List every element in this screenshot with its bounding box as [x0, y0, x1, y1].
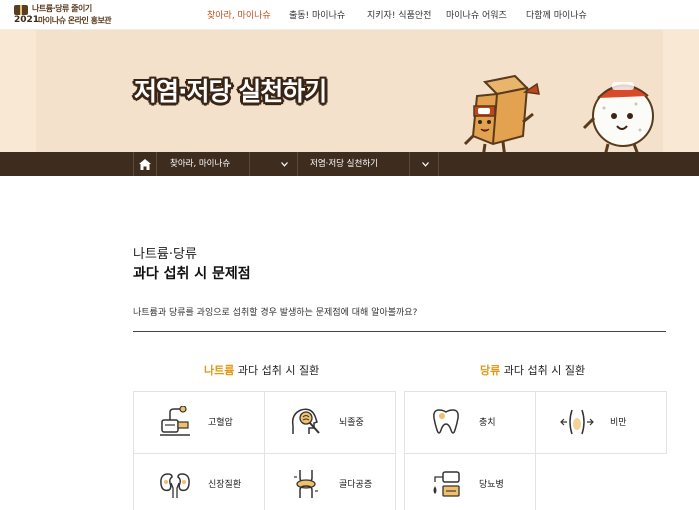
nav-item-awards[interactable]: 마이나슈 어워즈 — [446, 8, 507, 21]
banner-panel — [36, 30, 663, 152]
logo-line2: 마이나슈 온라인 홍보관 — [38, 16, 112, 25]
nav-item-find[interactable]: 찾아라, 마이나슈 — [207, 8, 271, 21]
bone-icon — [294, 470, 318, 498]
disease-label: 충치 — [479, 418, 496, 428]
sodium-heading-text: 과다 섭취 시 질환 — [234, 364, 320, 377]
disease-label: 신장질환 — [208, 480, 242, 490]
sugar-section-heading: 당류 과다 섭취 시 질환 — [480, 362, 585, 378]
disease-label: 당뇨병 — [479, 480, 504, 490]
hero-banner: 저염·저당 실천하기 — [0, 30, 699, 152]
disease-card-tooth-decay[interactable]: 충치 — [405, 392, 536, 454]
breadcrumb-level1-dropdown[interactable] — [272, 152, 298, 176]
disease-card-stroke[interactable]: 뇌졸중 — [265, 392, 396, 454]
breadcrumb-nav: 찾아라, 마이나슈 저염·저당 실천하기 — [0, 152, 699, 176]
sodium-highlight: 나트륨 — [204, 364, 235, 377]
logo-line1: 나트륨·당류 줄이기 — [32, 4, 92, 13]
breadcrumb-level2[interactable]: 저염·저당 실천하기 — [298, 152, 410, 176]
nav-item-dispatch[interactable]: 출동! 마이나슈 — [289, 8, 345, 21]
site-logo[interactable]: 나트륨·당류 줄이기 2021 마이나슈 온라인 홍보관 — [14, 3, 114, 27]
sugar-disease-grid: 충치 비만 당뇨병 — [404, 391, 667, 510]
disease-label: 비만 — [610, 418, 627, 428]
disease-card-osteoporosis[interactable]: 골다공증 — [265, 454, 396, 510]
disease-card-obesity[interactable]: 비만 — [536, 392, 667, 454]
breadcrumb-level1[interactable]: 찾아라, 마이나슈 — [158, 152, 250, 176]
intro-text: 나트륨과 당류를 과잉으로 섭취할 경우 발생하는 문제점에 대해 알아볼까요? — [133, 308, 418, 318]
breadcrumb-level2-dropdown[interactable] — [413, 152, 439, 176]
home-button[interactable] — [133, 152, 157, 176]
diabetes-icon — [433, 471, 460, 497]
top-header: 나트륨·당류 줄이기 2021 마이나슈 온라인 홍보관 찾아라, 마이나슈 출… — [0, 0, 699, 30]
disease-card-diabetes[interactable]: 당뇨병 — [405, 454, 536, 510]
nav-item-food-safety[interactable]: 지키자! 식품안전 — [367, 8, 431, 21]
kidney-icon — [160, 473, 190, 498]
book-logo-icon — [14, 5, 28, 15]
tooth-icon — [433, 409, 459, 434]
blood-pressure-icon — [160, 406, 190, 436]
obesity-icon — [560, 409, 594, 435]
rice-ball-character-icon — [582, 82, 654, 152]
banner-title: 저염·저당 실천하기 — [134, 77, 327, 106]
page-title: 과다 섭취 시 문제점 — [133, 266, 251, 282]
disease-label: 뇌졸중 — [339, 418, 364, 428]
disease-card-kidney[interactable]: 신장질환 — [134, 454, 265, 510]
disease-card-hypertension[interactable]: 고혈압 — [134, 392, 265, 454]
sodium-section-heading: 나트륨 과다 섭취 시 질환 — [204, 362, 319, 378]
breadcrumb-level1-label: 찾아라, 마이나슈 — [170, 159, 231, 169]
disease-label: 골다공증 — [339, 480, 373, 490]
disease-label: 고혈압 — [208, 418, 233, 428]
divider — [133, 331, 666, 332]
breadcrumb-level2-label: 저염·저당 실천하기 — [310, 159, 378, 169]
sugar-heading-text: 과다 섭취 시 질환 — [500, 364, 586, 377]
sugar-highlight: 당류 — [480, 364, 501, 377]
sodium-disease-grid: 고혈압 뇌졸중 신장질환 골다공증 — [133, 391, 396, 510]
section-subtitle: 나트륨·당류 — [133, 247, 197, 262]
nav-item-together[interactable]: 다함께 마이나슈 — [526, 8, 587, 21]
chevron-down-icon — [281, 161, 288, 167]
brain-icon — [291, 408, 320, 434]
home-icon — [139, 158, 151, 170]
logo-year: 2021 — [14, 15, 40, 25]
chevron-down-icon — [422, 161, 429, 167]
salt-box-character-icon — [463, 74, 540, 152]
